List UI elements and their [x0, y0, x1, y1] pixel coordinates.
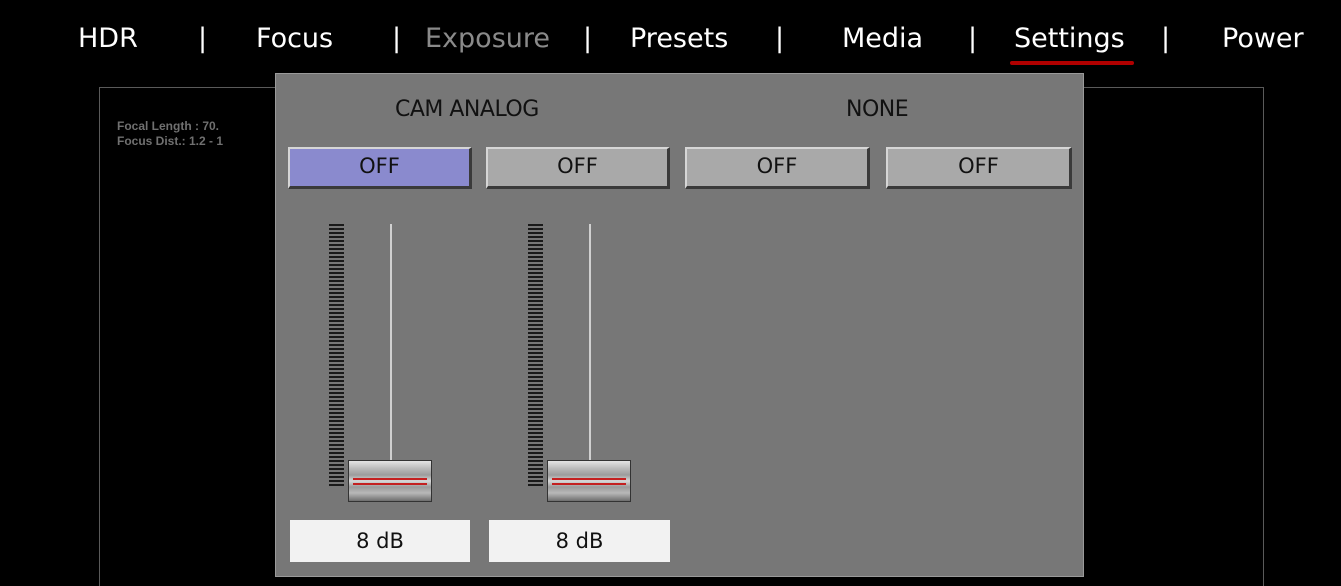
camera-settings-screen: HDR | Focus | Exposure | Presets | Media…: [0, 0, 1341, 586]
nav-hdr[interactable]: HDR: [78, 22, 138, 56]
nav-separator: |: [775, 23, 785, 54]
input-group-label-cam-analog: CAM ANALOG: [395, 97, 539, 122]
channel-1-level-readout: 8 dB: [290, 520, 470, 562]
fader-track[interactable]: [589, 224, 591, 486]
channel-3-toggle-button[interactable]: OFF: [685, 147, 870, 189]
nav-settings[interactable]: Settings: [1014, 22, 1125, 56]
nav-power[interactable]: Power: [1222, 22, 1304, 56]
nav-focus[interactable]: Focus: [256, 22, 333, 56]
nav-exposure: Exposure: [425, 23, 550, 54]
channel-2-level-readout: 8 dB: [489, 520, 670, 562]
focal-length-text: Focal Length : 70.: [117, 119, 220, 133]
nav-separator: |: [583, 23, 593, 54]
channel-4-toggle-button[interactable]: OFF: [886, 147, 1072, 189]
nav-separator: |: [198, 23, 208, 54]
fader-knob[interactable]: [348, 460, 432, 502]
fader-scale: [528, 224, 543, 486]
nav-separator: |: [1161, 23, 1171, 54]
nav-selected-indicator: [1010, 61, 1134, 65]
knob-indicator-line: [353, 483, 427, 485]
input-group-label-none: NONE: [846, 97, 909, 122]
knob-indicator-line: [353, 478, 427, 480]
nav-separator: |: [392, 23, 402, 54]
channel-1-toggle-button[interactable]: OFF: [288, 147, 472, 189]
fader-track[interactable]: [390, 224, 392, 486]
knob-indicator-line: [552, 483, 626, 485]
focus-distance-text: Focus Dist.: 1.2 - 1: [117, 134, 224, 148]
nav-media[interactable]: Media: [842, 22, 923, 56]
knob-indicator-line: [552, 478, 626, 480]
channel-2-toggle-button[interactable]: OFF: [486, 147, 670, 189]
nav-presets[interactable]: Presets: [630, 22, 728, 56]
nav-separator: |: [968, 23, 978, 54]
fader-scale: [329, 224, 344, 486]
fader-knob[interactable]: [547, 460, 631, 502]
